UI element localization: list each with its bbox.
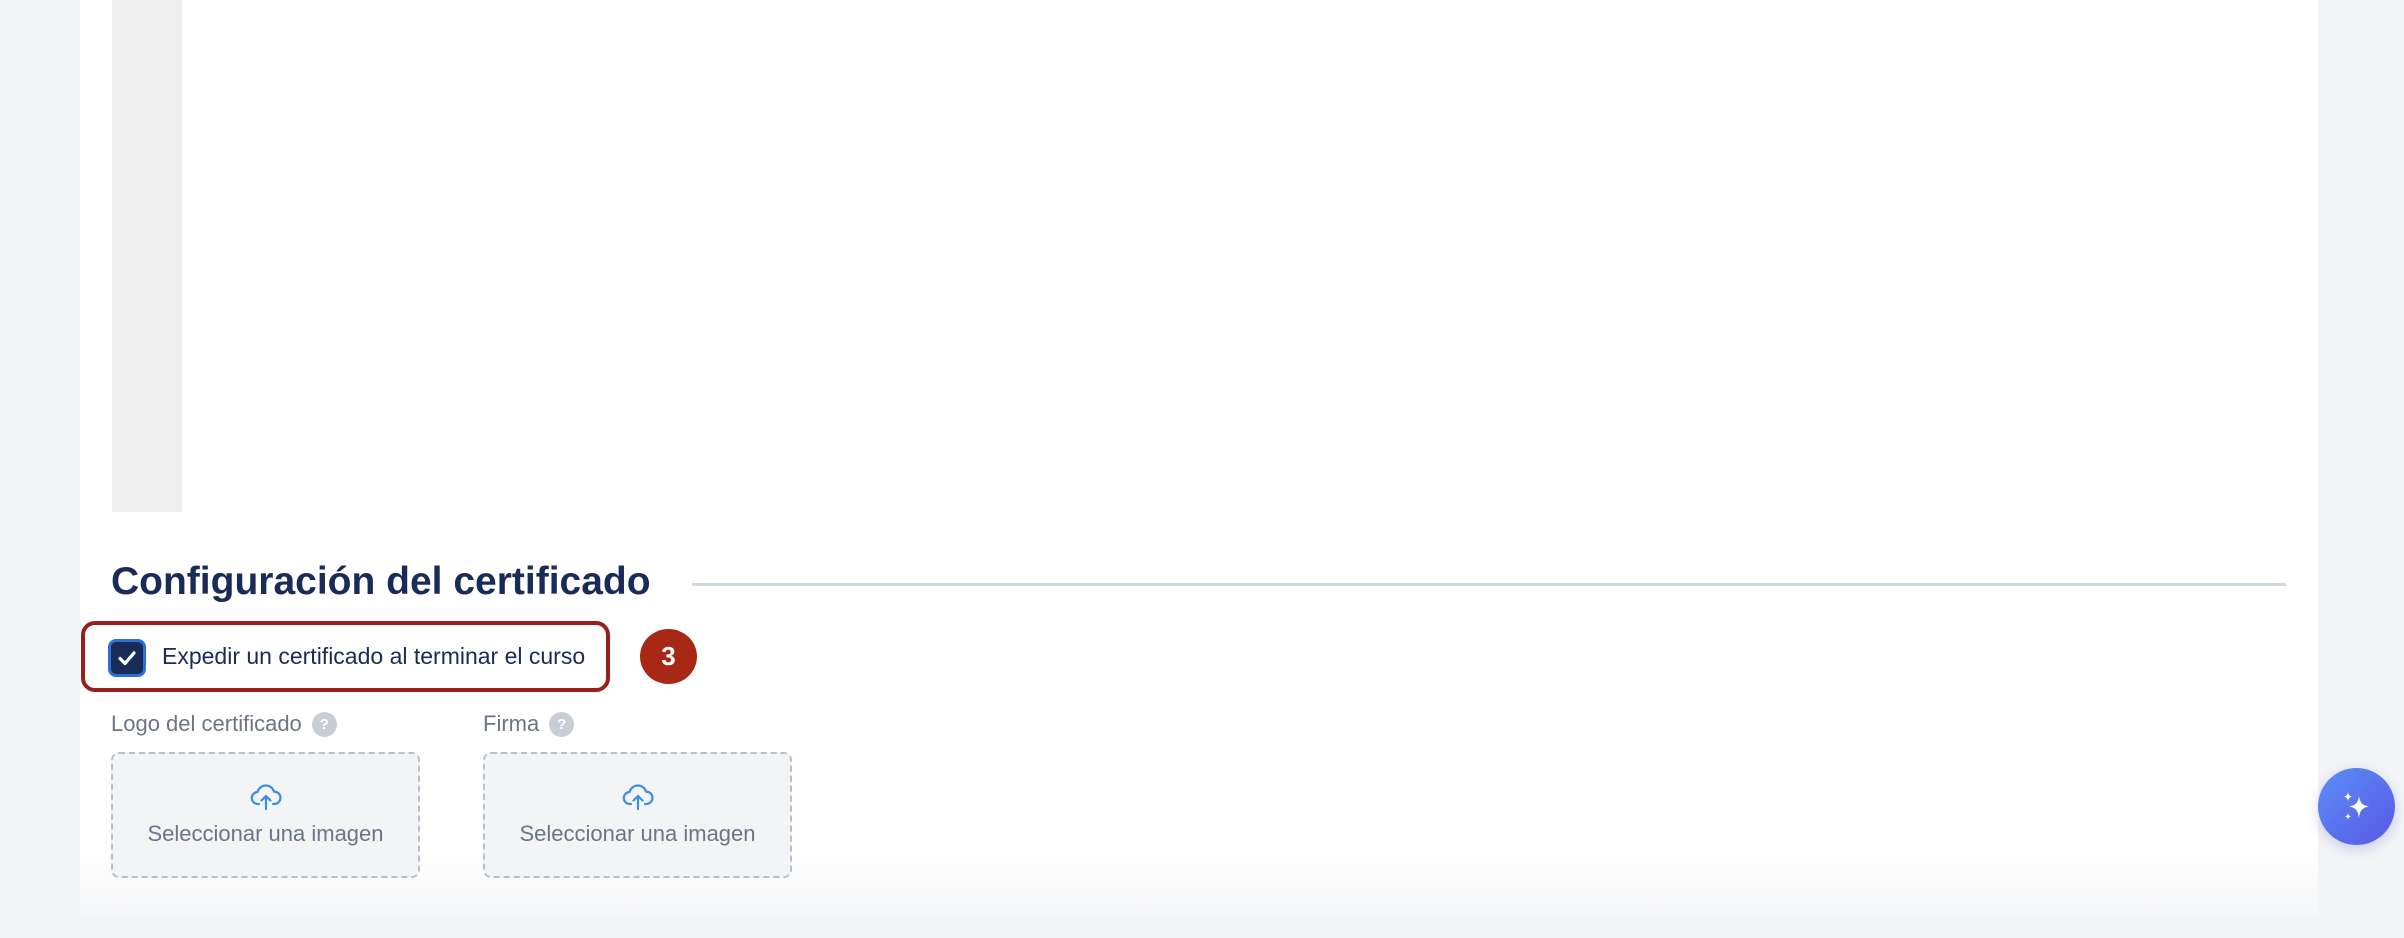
section-divider <box>692 583 2286 586</box>
cloud-upload-icon <box>622 784 654 811</box>
section-title: Configuración del certificado <box>111 560 651 603</box>
step-badge: 3 <box>640 629 697 684</box>
logo-upload-dropzone[interactable]: Seleccionar una imagen <box>111 752 420 878</box>
help-icon[interactable]: ? <box>311 711 337 737</box>
logo-field-label: Logo del certificado ? <box>111 711 337 737</box>
upload-text: Seleccionar una imagen <box>519 821 756 846</box>
help-icon[interactable]: ? <box>549 711 575 737</box>
sparkles-icon <box>2343 791 2369 820</box>
issue-certificate-label[interactable]: Expedir un certificado al terminar el cu… <box>162 643 585 670</box>
logo-label-text: Logo del certificado <box>111 711 302 736</box>
editor-gutter <box>112 0 182 512</box>
signature-label-text: Firma <box>483 711 540 736</box>
signature-upload-dropzone[interactable]: Seleccionar una imagen <box>483 752 792 878</box>
cloud-upload-icon <box>250 784 282 811</box>
issue-certificate-checkbox[interactable] <box>108 639 146 677</box>
ai-assistant-button[interactable] <box>2318 768 2395 845</box>
checkmark-icon <box>118 651 136 666</box>
upload-text: Seleccionar una imagen <box>147 821 384 846</box>
signature-field-label: Firma ? <box>483 711 575 737</box>
